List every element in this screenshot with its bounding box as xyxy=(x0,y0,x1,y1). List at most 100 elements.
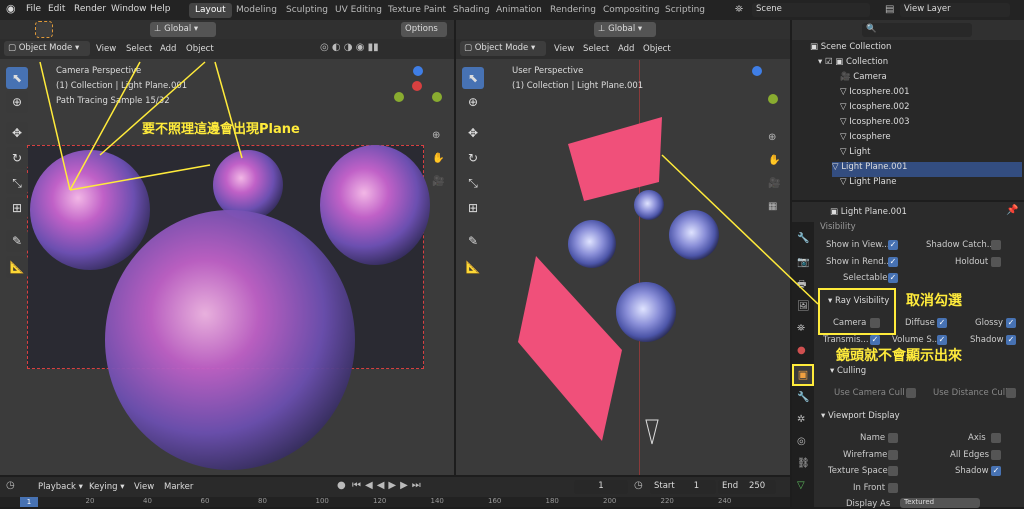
menu-object[interactable]: Object xyxy=(186,44,214,54)
cursor-tool[interactable]: ⊕ xyxy=(6,91,28,113)
light-plane-top[interactable] xyxy=(568,117,662,201)
sphere-4[interactable] xyxy=(616,282,676,342)
outliner-search[interactable]: 🔍 xyxy=(862,23,972,37)
blender-logo-icon[interactable]: ◉ xyxy=(6,2,16,15)
keying-menu[interactable]: Keying ▾ xyxy=(89,482,125,492)
scale-tool[interactable]: ⤡ xyxy=(6,172,28,194)
select-box-tool[interactable] xyxy=(35,21,53,38)
show-renders-checkbox[interactable]: ✓ xyxy=(888,257,898,267)
menu-add[interactable]: Add xyxy=(160,44,176,54)
output-tab-icon[interactable]: 🖶 xyxy=(797,279,806,291)
y-neg-axis-icon[interactable] xyxy=(394,92,404,102)
x-axis-icon[interactable] xyxy=(412,81,422,91)
outliner-icosphere-003[interactable]: ▽ Icosphere.003 xyxy=(840,117,1024,132)
outliner-light-plane[interactable]: ▽ Light Plane xyxy=(840,177,1024,192)
sphere-2[interactable] xyxy=(634,190,664,220)
view-layer-tab-icon[interactable]: 🖼 xyxy=(797,301,810,313)
pan-icon[interactable]: ✋ xyxy=(432,153,444,165)
diffuse-checkbox[interactable]: ✓ xyxy=(937,318,947,328)
use-camera-cull-checkbox[interactable] xyxy=(906,388,916,398)
record-icon[interactable]: ● xyxy=(337,480,346,492)
annotate-tool[interactable]: ✎ xyxy=(6,230,28,252)
options-button[interactable]: Options xyxy=(401,22,447,37)
left-viewport[interactable]: ⇄ ⊥ Global ▾ Options ▢ Object Mode ▾ Vie… xyxy=(0,20,454,475)
start-frame-field[interactable]: Start 1 xyxy=(650,480,716,494)
camera-right-icon[interactable]: 🎥 xyxy=(768,178,780,190)
current-frame-field[interactable]: 1 xyxy=(574,480,628,494)
tab-compositing[interactable]: Compositing xyxy=(597,3,665,18)
tab-sculpting[interactable]: Sculpting xyxy=(280,3,334,18)
timeline-editor-icon[interactable]: ◷ xyxy=(6,480,15,492)
y-axis-icon[interactable] xyxy=(432,92,442,102)
outliner-light-plane-001[interactable]: ▽ Light Plane.001 xyxy=(832,162,1022,177)
axis-checkbox[interactable] xyxy=(991,433,1001,443)
section-visibility[interactable]: Visibility xyxy=(820,222,856,232)
tab-uv-editing[interactable]: UV Editing xyxy=(329,3,388,18)
transmission-checkbox[interactable]: ✓ xyxy=(870,335,880,345)
show-viewports-checkbox[interactable]: ✓ xyxy=(888,240,898,250)
camera-view-icon[interactable]: 🎥 xyxy=(432,176,444,188)
all-edges-checkbox[interactable] xyxy=(991,450,1001,460)
grid-right-icon[interactable]: ▦ xyxy=(768,201,777,213)
view-layer-icon[interactable]: ▤ xyxy=(885,4,894,16)
name-checkbox[interactable] xyxy=(888,433,898,443)
y-axis-right-icon[interactable] xyxy=(768,94,778,104)
menu-help[interactable]: Help xyxy=(150,4,171,14)
zoom-icon[interactable]: ⊕ xyxy=(432,130,440,142)
scene-field[interactable]: Scene xyxy=(752,3,870,17)
measure-tool[interactable]: 📐 xyxy=(6,256,28,278)
select-tool[interactable]: ⬉ xyxy=(6,67,28,89)
menu-select[interactable]: Select xyxy=(126,44,152,54)
camera-ray-checkbox[interactable] xyxy=(870,318,880,328)
shadow-catcher-checkbox[interactable] xyxy=(991,240,1001,250)
tab-scripting[interactable]: Scripting xyxy=(659,3,711,18)
end-frame-field[interactable]: End 250 xyxy=(718,480,776,494)
object-tab-icon[interactable]: ▣ xyxy=(792,364,814,386)
clock-icon[interactable]: ◷ xyxy=(634,480,643,492)
outliner-scene-collection[interactable]: ▣ Scene Collection xyxy=(810,42,1024,57)
shading-icons[interactable]: ◎ ◐ ◑ ◉ ▮▮ xyxy=(320,42,379,54)
particles-tab-icon[interactable]: ✲ xyxy=(797,414,805,426)
move-tool[interactable]: ✥ xyxy=(6,122,28,144)
tab-animation[interactable]: Animation xyxy=(490,3,548,18)
outliner-collection[interactable]: ▾ ☑ ▣ Collection xyxy=(818,57,1024,72)
physics-tab-icon[interactable]: ◎ xyxy=(797,436,806,448)
right-viewport[interactable]: ⊥ Global ▾ ▢ Object Mode ▾ View Select A… xyxy=(456,20,790,475)
light-plane-bottom[interactable] xyxy=(518,256,622,441)
data-tab-icon[interactable]: ▽ xyxy=(797,480,805,492)
view-layer-field[interactable]: View Layer xyxy=(900,3,1010,17)
constraints-tab-icon[interactable]: ⛓ xyxy=(797,458,810,470)
camera-object-icon[interactable] xyxy=(645,419,659,445)
outliner-icosphere-002[interactable]: ▽ Icosphere.002 xyxy=(840,102,1024,117)
use-distance-cull-checkbox[interactable] xyxy=(1006,388,1016,398)
texture-space-checkbox[interactable] xyxy=(888,466,898,476)
wireframe-checkbox[interactable] xyxy=(888,450,898,460)
nav-gizmo[interactable] xyxy=(394,66,446,106)
tab-shading[interactable]: Shading xyxy=(447,3,496,18)
menu-file[interactable]: File xyxy=(26,4,41,14)
transform-tool[interactable]: ⊞ xyxy=(6,197,28,219)
outliner-light[interactable]: ▽ Light xyxy=(840,147,1024,162)
z-axis-icon[interactable] xyxy=(413,66,423,76)
render-tab-icon[interactable]: 📷 xyxy=(797,257,809,269)
marker-menu[interactable]: Marker xyxy=(164,482,193,492)
section-ray-visibility[interactable]: ▾ Ray Visibility xyxy=(828,296,889,306)
playback-menu[interactable]: Playback ▾ xyxy=(38,482,83,492)
rotate-tool[interactable]: ↻ xyxy=(6,147,28,169)
outliner-icosphere[interactable]: ▽ Icosphere xyxy=(840,132,1024,147)
scene-tab-icon[interactable]: ⛯ xyxy=(797,323,805,335)
holdout-checkbox[interactable] xyxy=(991,257,1001,267)
menu-view[interactable]: View xyxy=(96,44,116,54)
tool-tab-icon[interactable]: 🔧 xyxy=(797,233,809,245)
tab-layout[interactable]: Layout xyxy=(189,3,232,18)
sphere-3[interactable] xyxy=(669,210,719,260)
sphere-1[interactable] xyxy=(568,220,616,268)
nav-gizmo-right[interactable] xyxy=(752,66,782,106)
menu-edit[interactable]: Edit xyxy=(48,4,65,14)
modifier-tab-icon[interactable]: 🔧 xyxy=(797,392,809,404)
world-tab-icon[interactable]: ● xyxy=(797,345,806,357)
section-culling[interactable]: ▾ Culling xyxy=(830,366,866,376)
object-mode-dropdown[interactable]: ▢ Object Mode ▾ xyxy=(4,41,90,56)
volume-checkbox[interactable]: ✓ xyxy=(937,335,947,345)
outliner-camera[interactable]: 🎥 Camera xyxy=(840,72,1024,87)
